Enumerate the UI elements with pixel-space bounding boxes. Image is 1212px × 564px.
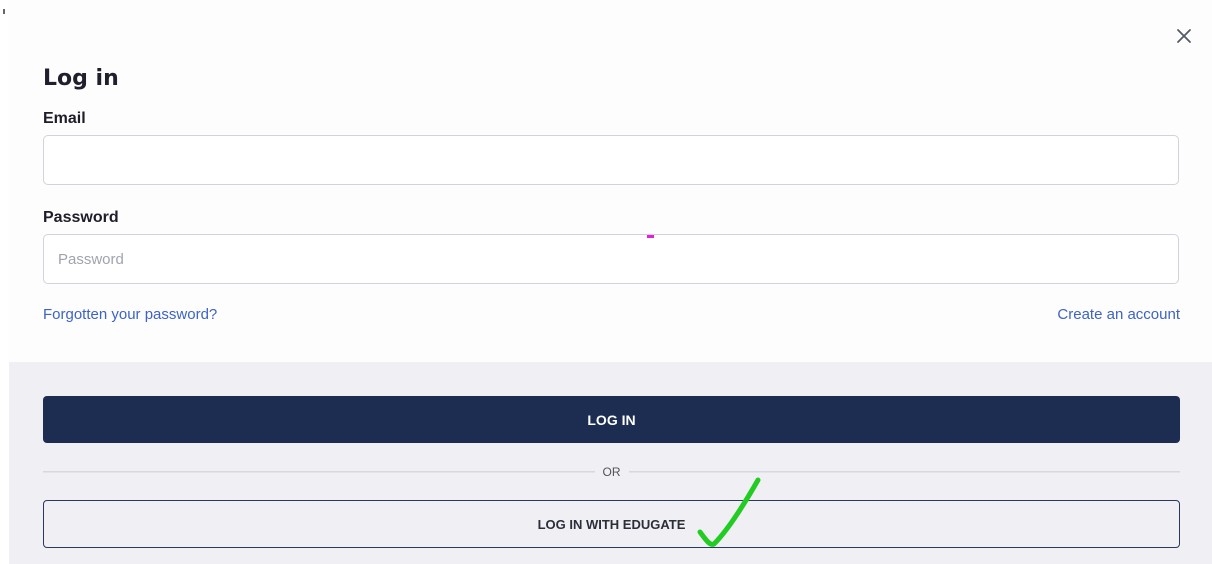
login-with-edugate-button[interactable]: LOG IN WITH EDUGATE — [43, 500, 1180, 548]
divider-line-left — [43, 471, 595, 473]
email-field[interactable] — [43, 135, 1179, 185]
close-button[interactable] — [1172, 24, 1196, 48]
password-label: Password — [43, 209, 119, 226]
login-button[interactable]: LOG IN — [43, 396, 1180, 443]
password-field[interactable] — [43, 234, 1179, 284]
divider-line-right — [628, 471, 1180, 473]
or-divider: OR — [43, 461, 1180, 483]
create-account-link[interactable]: Create an account — [1057, 306, 1180, 323]
corner-mark — [3, 9, 5, 14]
annotation-mark — [647, 235, 654, 238]
login-dialog: Log in Email Password Forgotten your pas… — [9, 0, 1212, 564]
or-label: OR — [602, 465, 621, 479]
close-icon — [1177, 29, 1191, 43]
forgot-password-link[interactable]: Forgotten your password? — [43, 306, 217, 323]
dialog-title: Log in — [43, 66, 119, 91]
page: Log in Email Password Forgotten your pas… — [0, 0, 1212, 564]
dialog-footer: LOG IN OR LOG IN WITH EDUGATE — [9, 362, 1212, 564]
email-label: Email — [43, 110, 86, 127]
